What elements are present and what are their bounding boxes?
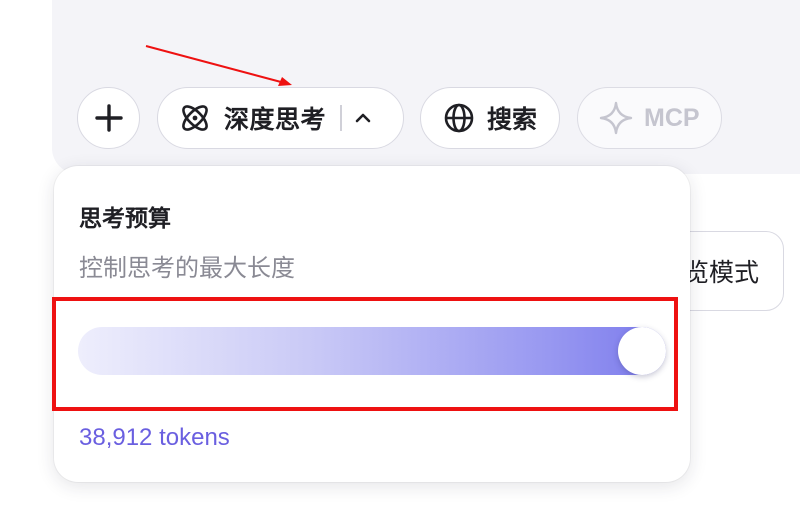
- popover-subtitle: 控制思考的最大长度: [79, 254, 295, 282]
- mode-label: 览模式: [683, 258, 759, 287]
- token-count: 38,912 tokens: [79, 424, 230, 451]
- deep-think-label: 深度思考: [224, 105, 327, 134]
- add-button[interactable]: [77, 87, 140, 149]
- atom-icon: [182, 105, 208, 131]
- deep-think-toggle[interactable]: [354, 112, 372, 124]
- mcp-button[interactable]: MCP: [577, 87, 722, 149]
- sparkle-icon: [599, 101, 633, 135]
- chevron-up-icon: [355, 113, 370, 123]
- plus-icon: [94, 104, 123, 132]
- deep-think-button[interactable]: 深度思考: [157, 87, 404, 149]
- popover-title: 思考预算: [79, 206, 171, 232]
- annotation-highlight-box: [52, 297, 678, 411]
- mcp-label: MCP: [644, 103, 700, 132]
- search-button[interactable]: 搜索: [420, 87, 560, 149]
- globe-icon: [444, 103, 474, 133]
- divider: [340, 105, 342, 131]
- search-label: 搜索: [487, 105, 538, 134]
